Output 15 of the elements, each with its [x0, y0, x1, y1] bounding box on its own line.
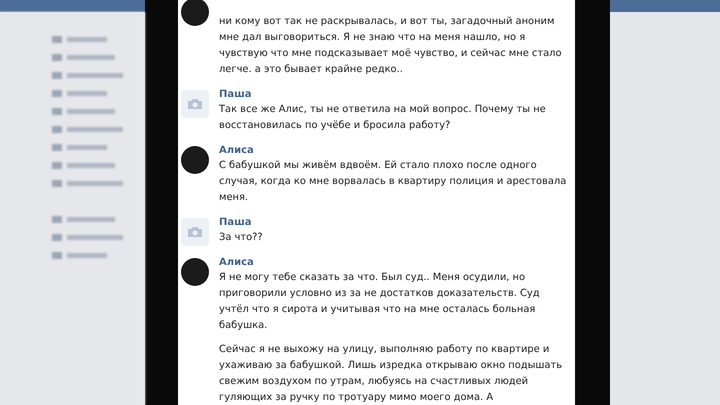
avatar-photo	[181, 0, 209, 26]
sender-name[interactable]: Алиса	[219, 144, 567, 158]
message-text: Так все же Алис, ты не ответила на мой вопрос. Почему ты не восстановилась по учёбе и бросила работу?	[219, 103, 547, 133]
message-text: За что??	[219, 231, 264, 245]
sender-name[interactable]: Алиса	[219, 256, 567, 270]
message-text: Я не могу тебе сказать за что. Был суд.. Меня осудили, но приговорили условно из за не достатков доказательств. Суд учтёл что я сирота и учитывая что на мне осталась больная бабушка.	[219, 271, 541, 333]
message-text: ни кому вот так не раскрывалась, и вот ты, загадочный аноним мне дал выговориться. Я не знаю что на меня нашло, но я чувствую что мне подсказывает моё чувство, и сейчас мне стало легче. а это бывает крайне редко..	[219, 15, 563, 77]
camera-icon	[187, 98, 203, 110]
sender-name[interactable]: Паша	[219, 216, 567, 230]
message-text: Сейчас я не выхожу на улицу, выполняю работу по квартире и ухаживаю за бабушкой. Лишь изредка открываю окно подышать свежим воздухом по утрам, любуясь на счастливых людей гуляющих за ручку по тротуару мимо моего дома. А	[219, 343, 564, 405]
sender-name[interactable]: Паша	[219, 88, 567, 102]
camera-icon	[187, 226, 203, 238]
avatar-photo	[181, 258, 209, 286]
avatar-photo	[181, 146, 209, 174]
message-text: С бабушкой мы живём вдвоём. Ей стало плохо после одного случая, когда ко мне ворвалась в квартиру полиция и арестовала меня.	[219, 159, 567, 205]
